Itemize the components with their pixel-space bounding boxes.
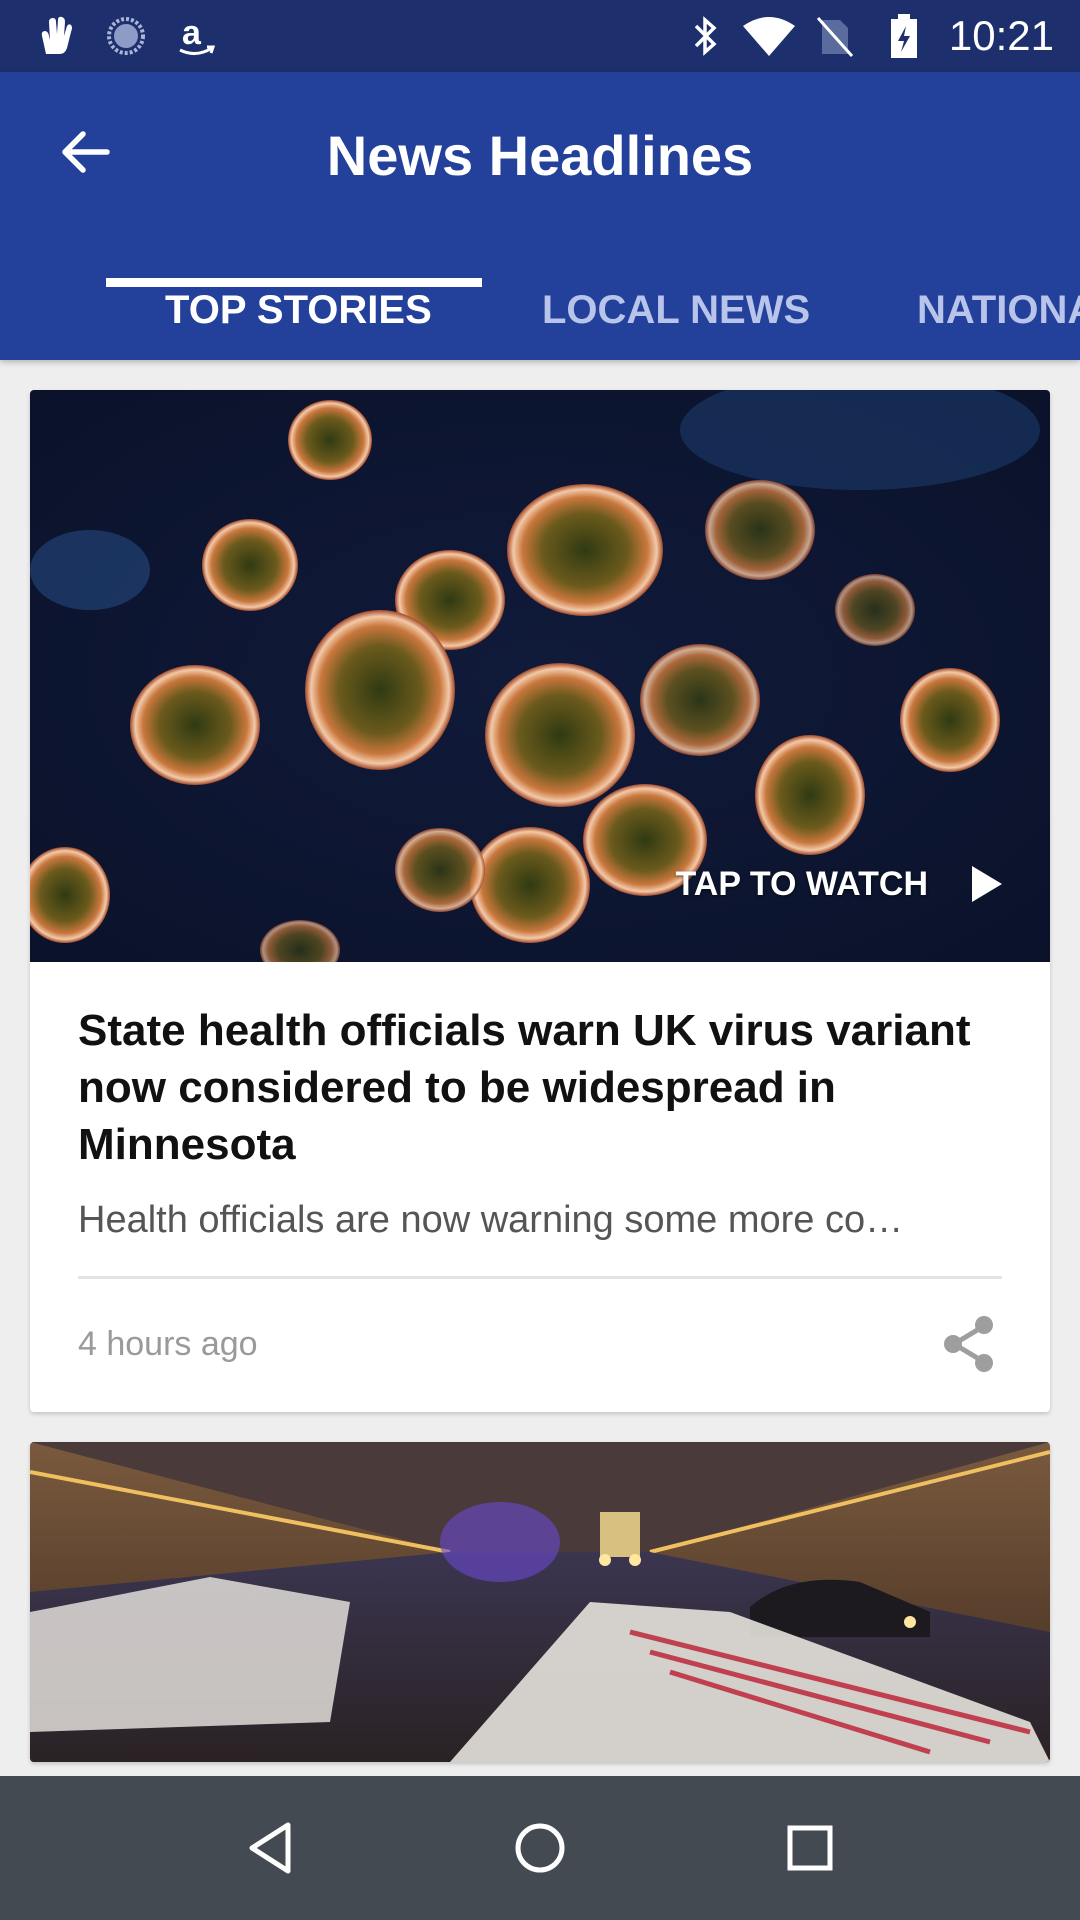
status-bar: a 10:21 bbox=[0, 0, 1080, 72]
article-card[interactable]: TAP TO WATCH State health officials warn… bbox=[30, 390, 1050, 1412]
nav-back-button[interactable] bbox=[234, 1812, 306, 1884]
play-icon bbox=[972, 866, 1002, 902]
nav-home-button[interactable] bbox=[504, 1812, 576, 1884]
tunnel-debris-image bbox=[30, 1442, 1050, 1762]
hand-icon bbox=[32, 12, 80, 60]
amazon-icon: a bbox=[172, 12, 220, 60]
svg-text:a: a bbox=[182, 14, 202, 52]
tap-to-watch[interactable]: TAP TO WATCH bbox=[676, 864, 1004, 904]
article-timestamp: 4 hours ago bbox=[78, 1325, 258, 1363]
no-sim-icon bbox=[812, 12, 856, 60]
tab-local-news[interactable]: LOCAL NEWS bbox=[542, 272, 810, 360]
bluetooth-icon bbox=[688, 12, 724, 60]
loading-icon bbox=[102, 12, 150, 60]
nav-recents-button[interactable] bbox=[774, 1812, 846, 1884]
battery-charging-icon bbox=[884, 12, 924, 60]
home-circle-icon bbox=[515, 1823, 565, 1873]
tap-to-watch-label: TAP TO WATCH bbox=[675, 864, 928, 903]
article-video[interactable]: TAP TO WATCH bbox=[30, 390, 1050, 962]
active-tab-indicator bbox=[106, 278, 482, 287]
app-bar: News Headlines TOP STORIES LOCAL NEWS NA… bbox=[0, 72, 1080, 360]
page-title: News Headlines bbox=[326, 124, 754, 187]
share-button[interactable] bbox=[938, 1312, 1002, 1376]
clock: 10:21 bbox=[948, 12, 1054, 59]
article-summary: Health officials are now warning some mo… bbox=[78, 1199, 904, 1241]
tab-national[interactable]: NATIONAL bbox=[917, 272, 1080, 360]
article-headline[interactable]: State health officials warn UK virus var… bbox=[78, 1002, 1018, 1173]
system-nav-bar bbox=[0, 1776, 1080, 1920]
recents-square-icon bbox=[787, 1825, 833, 1871]
wifi-icon bbox=[740, 12, 798, 60]
article-card[interactable] bbox=[30, 1442, 1050, 1762]
article-image[interactable] bbox=[30, 1442, 1050, 1762]
share-icon bbox=[944, 1316, 993, 1372]
back-triangle-icon bbox=[249, 1822, 291, 1874]
divider bbox=[78, 1276, 1002, 1279]
